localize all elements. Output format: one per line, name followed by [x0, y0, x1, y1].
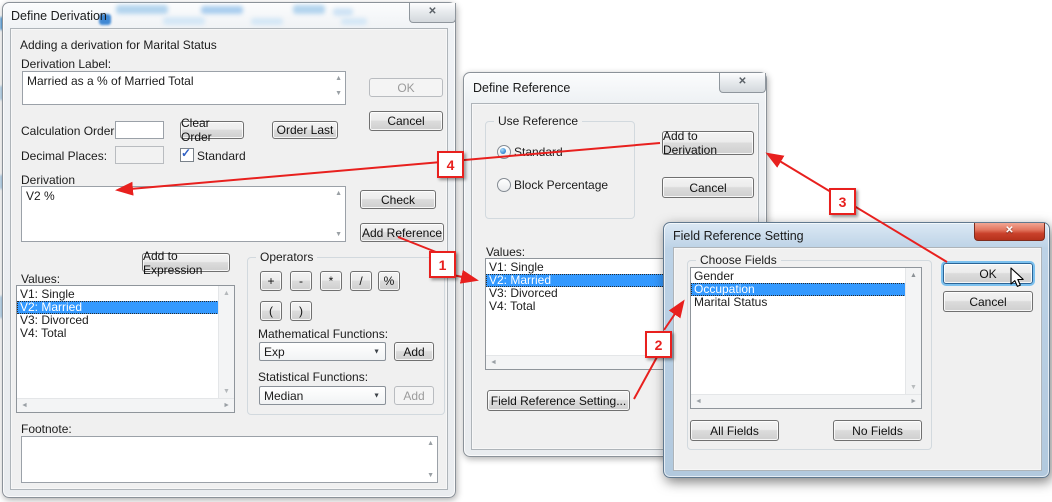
block-percentage-radio[interactable]: [497, 178, 511, 192]
stat-add-button[interactable]: Add: [394, 386, 434, 405]
math-add-button[interactable]: Add: [394, 342, 434, 361]
stat-functions-caption: Statistical Functions:: [258, 370, 368, 384]
derivation-label-caption: Derivation Label:: [21, 57, 111, 71]
chevron-down-icon: ▼: [373, 392, 380, 399]
close-icon[interactable]: ✕: [974, 223, 1045, 241]
operator-percent-button[interactable]: %: [378, 271, 400, 291]
cancel-button[interactable]: Cancel: [662, 177, 754, 198]
use-reference-caption: Use Reference: [494, 114, 582, 128]
screenshot-canvas: Define Derivation ✕ Adding a derivation …: [0, 0, 1052, 502]
callout-step-1: 1: [429, 251, 456, 278]
add-to-expression-button[interactable]: Add to Expression: [142, 253, 230, 272]
close-icon[interactable]: ✕: [409, 3, 456, 23]
standard-radio[interactable]: [497, 145, 511, 159]
stat-function-select[interactable]: Median ▼: [259, 386, 386, 405]
scroll-right-icon[interactable]: ►: [223, 402, 230, 409]
standard-radio-label: Standard: [514, 145, 563, 159]
standard-checkbox-label: Standard: [197, 149, 246, 163]
decimal-places-input[interactable]: [115, 146, 164, 164]
decimal-places-caption: Decimal Places:: [21, 149, 107, 163]
scroll-up-icon[interactable]: ▲: [335, 190, 342, 197]
operator-multiply-button[interactable]: *: [320, 271, 342, 291]
choose-fields-group: Choose Fields Gender Occupation Marital …: [687, 260, 932, 450]
block-percentage-radio-label: Block Percentage: [514, 178, 608, 192]
scroll-left-icon[interactable]: ◄: [21, 402, 28, 409]
all-fields-button[interactable]: All Fields: [690, 420, 779, 441]
scroll-up-icon[interactable]: ▲: [335, 75, 342, 82]
close-icon[interactable]: ✕: [719, 73, 766, 93]
footnote-caption: Footnote:: [21, 422, 72, 436]
order-last-button[interactable]: Order Last: [272, 121, 338, 139]
math-function-select[interactable]: Exp ▼: [259, 342, 386, 361]
derivation-label-input[interactable]: Married as a % of Married Total ▲ ▼: [22, 71, 346, 105]
operator-close-paren-button[interactable]: ): [290, 301, 312, 321]
callout-step-4: 4: [437, 151, 464, 178]
window-title: Define Reference: [473, 81, 570, 95]
values-caption: Values:: [486, 245, 525, 259]
add-to-derivation-button[interactable]: Add to Derivation: [662, 131, 754, 155]
checkmark-icon: ✓: [181, 146, 191, 160]
values-listbox[interactable]: V1: Single V2: Married V3: Divorced V4: …: [16, 285, 235, 413]
scroll-left-icon[interactable]: ◄: [490, 359, 497, 366]
derivation-caption: Derivation: [21, 173, 75, 187]
scroll-down-icon[interactable]: ▼: [335, 231, 342, 238]
intro-text: Adding a derivation for Marital Status: [20, 38, 217, 52]
scroll-up-icon[interactable]: ▲: [223, 290, 230, 297]
callout-step-2: 2: [645, 331, 672, 358]
titlebar-define-reference[interactable]: Define Reference ✕: [464, 73, 766, 99]
field-reference-setting-button[interactable]: Field Reference Setting...: [487, 390, 630, 411]
list-item[interactable]: V4: Total: [17, 327, 219, 340]
scroll-left-icon[interactable]: ◄: [695, 398, 702, 405]
footnote-input[interactable]: ▲ ▼: [21, 436, 438, 483]
cancel-button[interactable]: Cancel: [369, 111, 443, 131]
scroll-right-icon[interactable]: ►: [910, 398, 917, 405]
list-item[interactable]: Marital Status: [691, 296, 906, 309]
operator-plus-button[interactable]: +: [260, 271, 282, 291]
chevron-down-icon: ▼: [373, 348, 380, 355]
callout-step-3: 3: [829, 188, 856, 215]
values-caption: Values:: [21, 272, 60, 286]
use-reference-group: Use Reference: [485, 121, 635, 219]
titlebar-field-reference-setting[interactable]: Field Reference Setting ✕: [664, 223, 1049, 249]
scroll-down-icon[interactable]: ▼: [910, 384, 917, 391]
math-functions-caption: Mathematical Functions:: [258, 327, 388, 341]
horizontal-scrollbar[interactable]: ◄ ►: [691, 394, 921, 408]
check-button[interactable]: Check: [360, 190, 436, 209]
horizontal-scrollbar[interactable]: ◄ ►: [17, 398, 234, 412]
fields-listbox[interactable]: Gender Occupation Marital Status ▲ ▼ ◄ ►: [690, 267, 922, 409]
titlebar-define-derivation[interactable]: Define Derivation ✕: [3, 3, 455, 29]
window-title: Define Derivation: [11, 9, 107, 23]
standard-checkbox[interactable]: ✓: [180, 148, 194, 162]
operator-open-paren-button[interactable]: (: [260, 301, 282, 321]
calculation-order-caption: Calculation Order:: [21, 124, 118, 138]
operator-divide-button[interactable]: /: [350, 271, 372, 291]
scroll-up-icon[interactable]: ▲: [910, 272, 917, 279]
choose-fields-caption: Choose Fields: [696, 253, 781, 267]
scroll-down-icon[interactable]: ▼: [427, 472, 434, 479]
ok-button[interactable]: OK: [943, 263, 1033, 284]
window-title: Field Reference Setting: [673, 229, 804, 243]
clear-order-button[interactable]: Clear Order: [180, 121, 244, 139]
add-reference-button[interactable]: Add Reference: [360, 223, 444, 242]
calculation-order-input[interactable]: [115, 121, 164, 139]
no-fields-button[interactable]: No Fields: [833, 420, 922, 441]
cancel-button[interactable]: Cancel: [943, 291, 1033, 312]
scroll-down-icon[interactable]: ▼: [335, 90, 342, 97]
vertical-scrollbar[interactable]: ▲ ▼: [218, 286, 234, 399]
ok-button[interactable]: OK: [369, 78, 443, 97]
derivation-expression-input[interactable]: V2 % ▲ ▼: [21, 186, 346, 242]
dialog-body: Adding a derivation for Marital Status D…: [10, 28, 448, 490]
operator-minus-button[interactable]: -: [290, 271, 312, 291]
vertical-scrollbar[interactable]: ▲ ▼: [905, 268, 921, 395]
scroll-up-icon[interactable]: ▲: [427, 440, 434, 447]
operators-caption: Operators: [256, 250, 317, 264]
window-field-reference-setting: Field Reference Setting ✕ Choose Fields …: [663, 222, 1050, 478]
operators-group: Operators + - * / % ( ) Mathematical Fun…: [247, 257, 445, 415]
window-define-derivation: Define Derivation ✕ Adding a derivation …: [2, 2, 456, 498]
dialog-body: Choose Fields Gender Occupation Marital …: [673, 247, 1042, 471]
scroll-down-icon[interactable]: ▼: [223, 388, 230, 395]
